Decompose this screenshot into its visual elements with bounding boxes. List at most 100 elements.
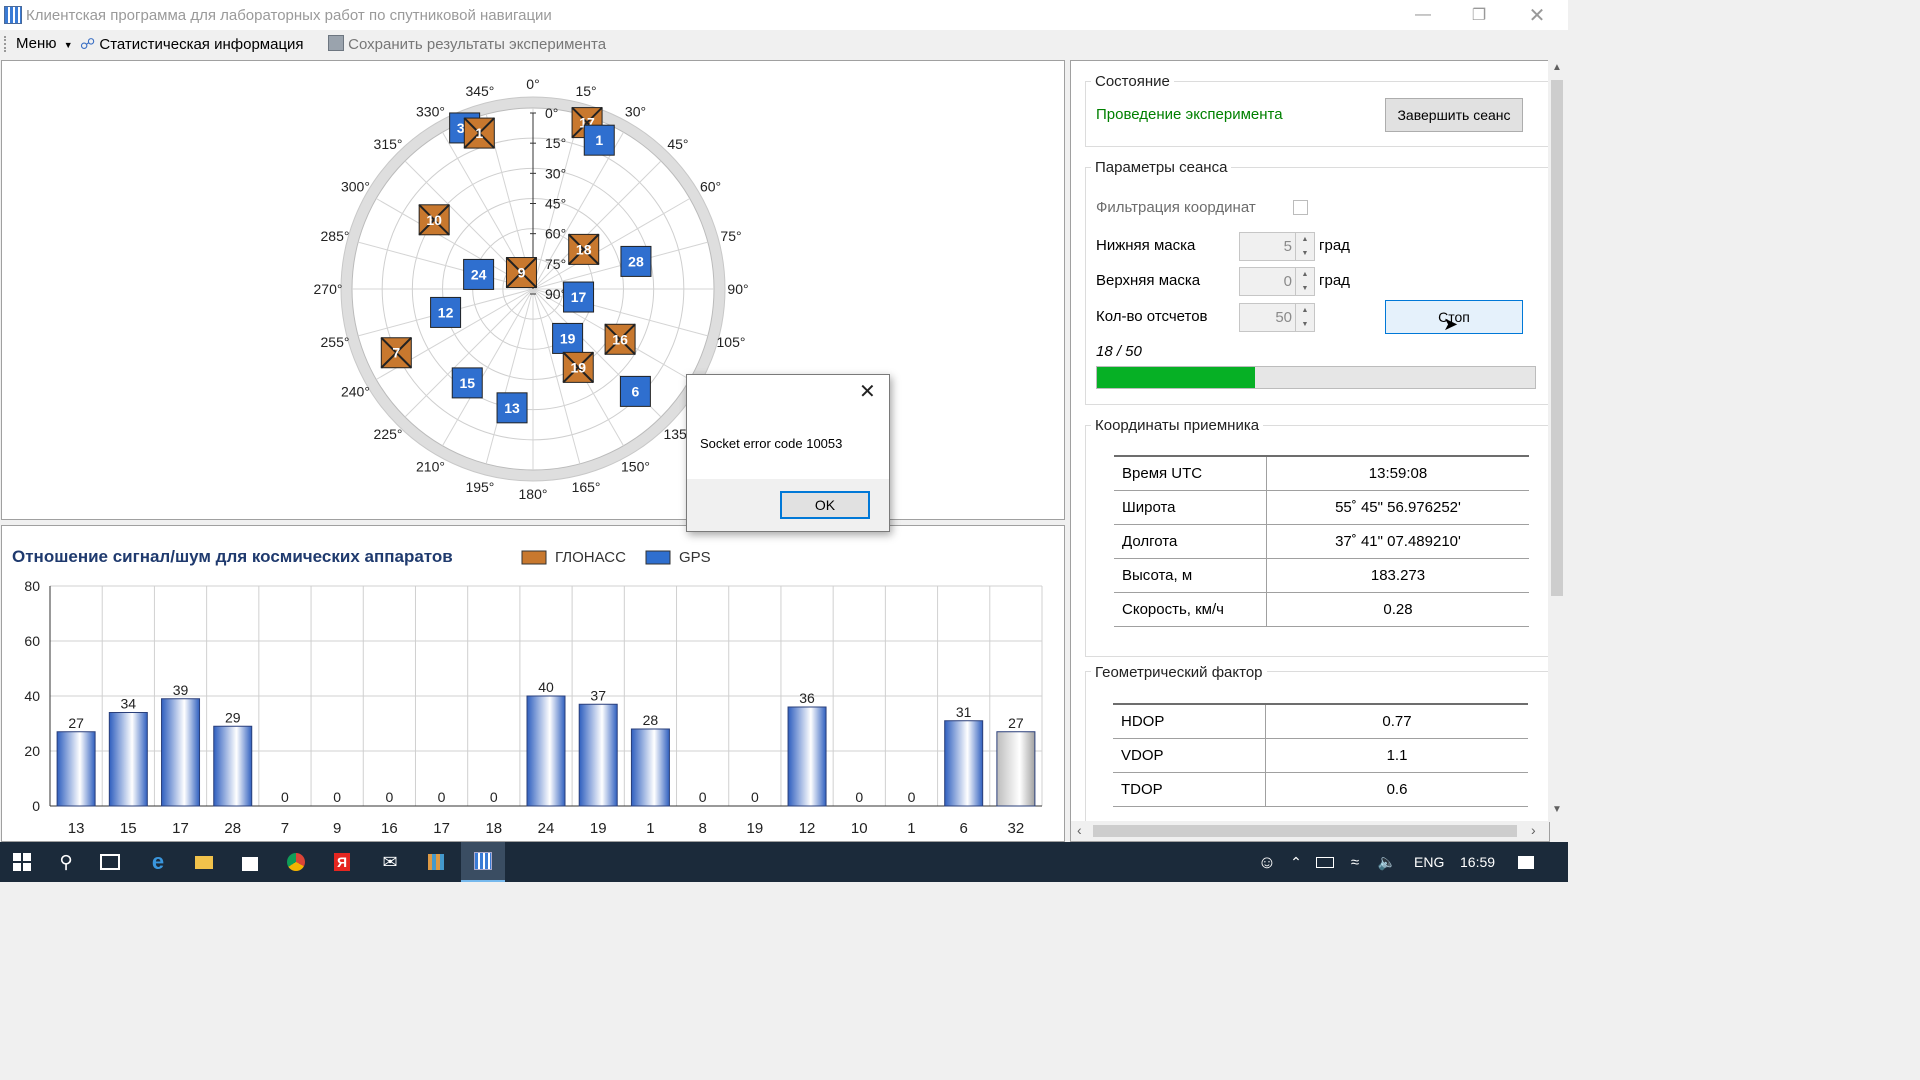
spin-up-icon[interactable]: ▲	[1295, 304, 1314, 318]
glonass-satellite[interactable]: 7	[380, 337, 413, 369]
notifications-button[interactable]	[1506, 842, 1546, 882]
glonass-satellite[interactable]: 18	[568, 233, 600, 266]
skyplot: 0° 15° 30° 45° 60° 75° 90° 0° 15° 30° 45° 60° 75° 90°…	[314, 76, 749, 502]
snr-bar[interactable]	[108, 712, 148, 807]
data-label: 39	[173, 682, 189, 698]
high-mask-stepper[interactable]: 0 ▲ ▼	[1239, 267, 1315, 296]
low-mask-stepper[interactable]: 5 ▲ ▼	[1239, 232, 1315, 261]
coords-value: 55˚ 45" 56.976252'	[1266, 490, 1529, 525]
data-label: 29	[225, 709, 241, 725]
satellite-id: 6	[631, 383, 639, 399]
x-tick-label: 15	[120, 820, 137, 837]
gps-satellite[interactable]: 28	[620, 245, 652, 277]
spin-up-icon[interactable]: ▲	[1295, 233, 1314, 247]
dialog-close-button[interactable]: ✕	[859, 379, 876, 404]
tray-expand-button[interactable]: ⌃	[1282, 842, 1310, 882]
glonass-satellite[interactable]: 19	[562, 351, 594, 384]
satellite-id: 16	[612, 331, 628, 347]
horizontal-scroll-thumb[interactable]	[1093, 825, 1517, 837]
gps-satellite[interactable]: 13	[496, 392, 528, 424]
coords-row: Время UTC 13:59:08	[1114, 455, 1529, 491]
snr-bar[interactable]	[630, 728, 670, 807]
vertical-scrollbar[interactable]: ▲ ▼	[1548, 60, 1566, 822]
dialog-ok-button[interactable]: OK	[780, 491, 870, 519]
snr-bar[interactable]	[526, 695, 566, 807]
save-results-menu-item[interactable]: Сохранить результаты эксперимента	[328, 35, 606, 53]
edge-button[interactable]: e	[136, 842, 180, 882]
explorer-button[interactable]	[182, 842, 226, 882]
glonass-satellite[interactable]: 10	[418, 204, 450, 236]
scroll-right-icon[interactable]: ›	[1531, 822, 1536, 838]
vertical-scroll-thumb[interactable]	[1551, 80, 1563, 596]
coords-label: Долгота	[1114, 524, 1267, 559]
gps-satellite[interactable]: 19	[552, 322, 584, 354]
snr-bar[interactable]	[787, 706, 827, 807]
gps-satellite[interactable]: 12	[430, 296, 462, 328]
snr-chart-panel: Отношение сигнал/шум для космических апп…	[1, 525, 1065, 842]
count-stepper[interactable]: 50 ▲ ▼	[1239, 303, 1315, 332]
scroll-left-icon[interactable]: ‹	[1077, 822, 1082, 838]
glonass-satellite[interactable]: 16	[604, 323, 636, 355]
snr-bar[interactable]	[56, 731, 96, 807]
battery-button[interactable]	[1310, 842, 1340, 882]
search-button[interactable]: ⚲	[44, 842, 88, 882]
azimuth-label: 195°	[465, 479, 494, 495]
task-view-button[interactable]	[88, 842, 132, 882]
horizontal-scrollbar[interactable]: ‹ ›	[1071, 821, 1549, 841]
geometry-group-title: Геометрический фактор	[1091, 664, 1267, 681]
spin-up-icon[interactable]: ▲	[1295, 268, 1314, 282]
store-button[interactable]	[228, 842, 272, 882]
gps-satellite[interactable]: 15	[451, 367, 483, 399]
data-label: 0	[333, 789, 341, 805]
mail-button[interactable]: ✉	[368, 842, 412, 882]
gps-satellite[interactable]: 24	[463, 258, 495, 290]
filter-checkbox[interactable]	[1293, 200, 1308, 215]
coords-row: Скорость, км/ч 0.28	[1114, 592, 1529, 627]
scroll-down-icon[interactable]: ▼	[1552, 804, 1562, 815]
windows-icon	[13, 853, 31, 871]
snr-bar[interactable]	[944, 720, 984, 807]
x-tick-label: 16	[381, 820, 398, 837]
coords-row: Долгота 37˚ 41" 07.489210'	[1114, 524, 1529, 559]
chevron-down-icon: ▼	[63, 40, 73, 50]
gps-satellite[interactable]: 1	[583, 124, 615, 156]
geometry-row: TDOP 0.6	[1113, 772, 1528, 807]
app-button-active[interactable]	[461, 842, 505, 882]
scroll-up-icon[interactable]: ▲	[1552, 62, 1562, 73]
chrome-button[interactable]	[274, 842, 318, 882]
clock[interactable]: 16:59	[1460, 854, 1495, 870]
stats-label: Статистическая информация	[99, 36, 304, 53]
language-indicator[interactable]: ENG	[1414, 854, 1444, 870]
restore-button[interactable]: ❐	[1456, 0, 1502, 30]
snr-bar[interactable]	[996, 731, 1036, 807]
search-icon: ⚲	[59, 851, 73, 872]
app-button-1[interactable]	[414, 842, 458, 882]
gps-satellite[interactable]: 17	[563, 281, 595, 313]
filter-label: Фильтрация координат	[1096, 199, 1256, 216]
stats-menu-item[interactable]: ☍ Статистическая информация	[80, 35, 304, 53]
spin-down-icon[interactable]: ▼	[1295, 281, 1314, 295]
snr-bar[interactable]	[578, 703, 618, 807]
menu-label: Меню	[16, 35, 57, 52]
glonass-satellite[interactable]: 9	[505, 256, 538, 289]
y-tick-label: 60	[24, 633, 40, 649]
close-button[interactable]: ✕	[1514, 0, 1560, 30]
spin-down-icon[interactable]: ▼	[1295, 246, 1314, 260]
start-button[interactable]	[0, 842, 44, 882]
end-session-button[interactable]: Завершить сеанс	[1385, 98, 1523, 132]
close-icon: ✕	[859, 381, 876, 403]
data-label: 0	[699, 789, 707, 805]
snr-bar[interactable]	[161, 698, 201, 807]
snr-chart: Отношение сигнал/шум для космических апп…	[12, 547, 1043, 837]
satellite-id: 10	[426, 212, 442, 228]
yandex-button[interactable]: Я	[320, 842, 364, 882]
gps-satellite[interactable]: 6	[619, 375, 651, 407]
glonass-satellite[interactable]: 1	[463, 117, 496, 149]
minimize-button[interactable]: —	[1400, 0, 1446, 30]
spin-down-icon[interactable]: ▼	[1295, 317, 1314, 331]
volume-button[interactable]: 🔈	[1372, 842, 1402, 882]
wifi-button[interactable]: ≈	[1340, 842, 1370, 882]
snr-bar[interactable]	[213, 725, 253, 807]
menu-dropdown[interactable]: Меню ▼	[16, 35, 73, 52]
satellite-icon: ☍	[80, 36, 96, 53]
